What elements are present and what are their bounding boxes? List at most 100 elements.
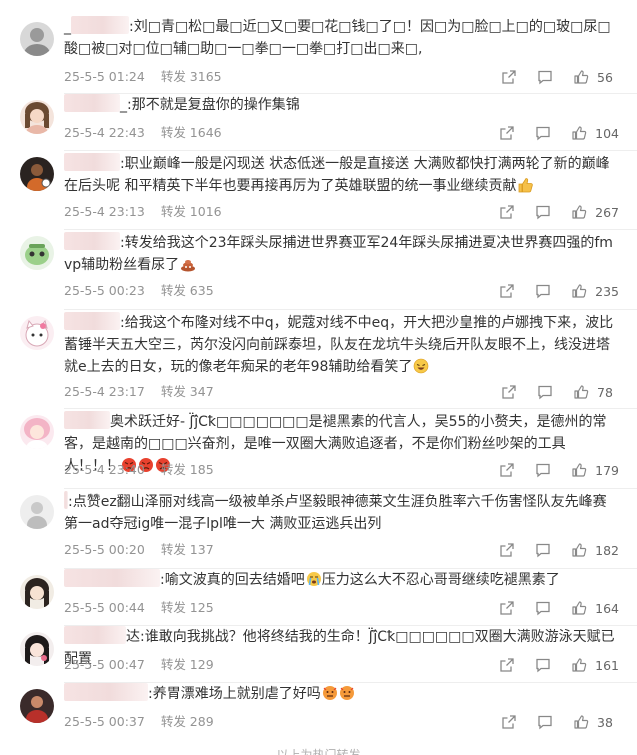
thumbs-up-icon[interactable] — [573, 714, 589, 730]
thumbs-up-icon[interactable] — [571, 462, 587, 478]
comment-meta: 25-5-4 23:40 转发 185 — [64, 461, 214, 479]
thumbs-up-icon[interactable] — [571, 283, 587, 299]
share-arrow-icon[interactable] — [501, 714, 517, 730]
comment-icon[interactable] — [535, 125, 551, 141]
comment-text: :喻文波真的回去结婚吧 压力这么大不忍心哥哥继续吃褪黑素了 — [64, 569, 619, 591]
like-count: 179 — [595, 462, 619, 478]
share-arrow-icon[interactable] — [501, 69, 517, 85]
action-bar: 267 — [499, 203, 619, 221]
comment-meta: 25-5-5 00:47 转发 129 — [64, 656, 214, 674]
thumbs-up-icon[interactable] — [571, 125, 587, 141]
comment-text: :养胃漂难场上就别虐了好吗 — [64, 683, 619, 705]
action-bar: 56 — [501, 68, 619, 86]
avatar[interactable] — [20, 575, 54, 609]
username-blur[interactable] — [64, 411, 110, 429]
thumbs-up-icon[interactable] — [571, 542, 587, 558]
comment-text: :职业巅峰一般是闪现送 状态低迷一般是直接送 大满败都快打满两轮了新的巅峰在后头… — [64, 153, 619, 197]
username-blur[interactable] — [71, 16, 129, 34]
thumbs-up-icon[interactable] — [573, 384, 589, 400]
like-count: 267 — [595, 204, 619, 220]
avatar[interactable] — [20, 495, 54, 529]
comment-meta: 25-5-5 01:24 转发 3165 — [64, 68, 222, 86]
repost-count: 转发 1016 — [160, 204, 222, 219]
username-blur[interactable] — [64, 683, 148, 701]
action-bar: 104 — [499, 124, 619, 142]
share-arrow-icon[interactable] — [499, 600, 515, 616]
comment-icon[interactable] — [535, 600, 551, 616]
comment-meta: 25-5-5 00:37 转发 289 — [64, 713, 214, 731]
comment-item: _:那不就是复盘你的操作集锦 25-5-4 22:43 转发 1646 104 — [0, 94, 637, 151]
like-count: 104 — [595, 125, 619, 141]
avatar[interactable] — [20, 632, 54, 666]
comment-icon[interactable] — [537, 69, 553, 85]
crying-emoji — [306, 571, 322, 587]
share-arrow-icon[interactable] — [499, 125, 515, 141]
comment-icon[interactable] — [535, 283, 551, 299]
avatar[interactable] — [20, 100, 54, 134]
comment-text: :转发给我这个23年踩头尿捕进世界赛亚军24年踩头尿捕进夏决世界赛四强的fmvp… — [64, 232, 619, 276]
share-arrow-icon[interactable] — [501, 384, 517, 400]
comment-text: :给我这个布隆对线不中q，妮蔻对线不中eq，开大把沙皇推的卢娜拽下来，波比蓄锤半… — [64, 312, 619, 378]
like-count: 38 — [597, 714, 613, 730]
comment-icon[interactable] — [535, 657, 551, 673]
comment-meta: 25-5-5 00:44 转发 125 — [64, 599, 214, 617]
comment-item: :养胃漂难场上就别虐了好吗 25-5-5 00:37 转发 289 38 — [0, 683, 637, 740]
comment-item: :点赞ez翻山泽丽对线高一级被单杀卢坚毅眼神德莱文生涯负胜率六千伤害怪队友先峰赛… — [0, 489, 637, 569]
thumbs-up-icon[interactable] — [573, 69, 589, 85]
username-blur[interactable] — [64, 232, 120, 250]
username[interactable]: _ — [64, 19, 71, 35]
username-blur[interactable] — [64, 626, 126, 644]
like-count: 56 — [597, 69, 613, 85]
comment-icon[interactable] — [535, 542, 551, 558]
hot-face-emoji — [339, 685, 355, 701]
comment-item: 达:谁敢向我挑战？他将终结我的生命！ʃ̈ĵ̈Cꝁ□□□□□□双圈大满败游泳天赋已… — [0, 626, 637, 683]
thumbs-up-icon[interactable] — [571, 204, 587, 220]
comment-icon[interactable] — [535, 204, 551, 220]
share-arrow-icon[interactable] — [499, 204, 515, 220]
comment-item: :给我这个布隆对线不中q，妮蔻对线不中eq，开大把沙皇推的卢娜拽下来，波比蓄锤半… — [0, 310, 637, 409]
timestamp: 25-5-5 00:23 — [64, 283, 145, 298]
comment-text: :点赞ez翻山泽丽对线高一级被单杀卢坚毅眼神德莱文生涯负胜率六千伤害怪队友先峰赛… — [64, 491, 619, 535]
hot-face-emoji — [322, 685, 338, 701]
comment-icon[interactable] — [537, 384, 553, 400]
timestamp: 25-5-4 23:17 — [64, 384, 145, 399]
avatar[interactable] — [20, 157, 54, 191]
poop-emoji — [180, 256, 196, 272]
comment-text: _:那不就是复盘你的操作集锦 — [64, 94, 619, 116]
thumbs-up-icon[interactable] — [571, 657, 587, 673]
username-blur[interactable] — [64, 312, 120, 330]
username-blur[interactable] — [64, 153, 120, 171]
share-arrow-icon[interactable] — [499, 657, 515, 673]
thumbs-up-icon[interactable] — [571, 600, 587, 616]
comment-item: :职业巅峰一般是闪现送 状态低迷一般是直接送 大满败都快打满两轮了新的巅峰在后头… — [0, 151, 637, 230]
thumbs-up-emoji — [517, 177, 534, 193]
avatar[interactable] — [20, 415, 54, 449]
avatar[interactable] — [20, 689, 54, 723]
timestamp: 25-5-5 00:44 — [64, 600, 145, 615]
username-blur[interactable] — [64, 94, 120, 112]
timestamp: 25-5-5 00:20 — [64, 542, 145, 557]
action-bar: 235 — [499, 282, 619, 300]
comment-icon[interactable] — [535, 462, 551, 478]
repost-count: 转发 125 — [160, 600, 214, 615]
repost-count: 转发 3165 — [160, 69, 222, 84]
share-arrow-icon[interactable] — [499, 283, 515, 299]
username[interactable]: _ — [120, 97, 127, 113]
username-blur[interactable] — [64, 569, 160, 587]
action-bar: 164 — [499, 599, 619, 617]
comment-icon[interactable] — [537, 714, 553, 730]
avatar[interactable] — [20, 236, 54, 270]
like-count: 164 — [595, 600, 619, 616]
action-bar: 78 — [501, 383, 619, 401]
comment-item: _:刘□青□松□最□近□又□要□花□钱□了□！因□为□脸□上□的□玻□尿□酸□被… — [0, 14, 637, 94]
timestamp: 25-5-5 01:24 — [64, 69, 145, 84]
avatar[interactable] — [20, 22, 54, 56]
timestamp: 25-5-5 00:47 — [64, 657, 145, 672]
avatar[interactable] — [20, 316, 54, 350]
share-arrow-icon[interactable] — [499, 462, 515, 478]
like-count: 182 — [595, 542, 619, 558]
comment-text: _:刘□青□松□最□近□又□要□花□钱□了□！因□为□脸□上□的□玻□尿□酸□被… — [64, 16, 619, 60]
action-bar: 161 — [499, 656, 619, 674]
action-bar: 179 — [499, 461, 619, 479]
share-arrow-icon[interactable] — [499, 542, 515, 558]
